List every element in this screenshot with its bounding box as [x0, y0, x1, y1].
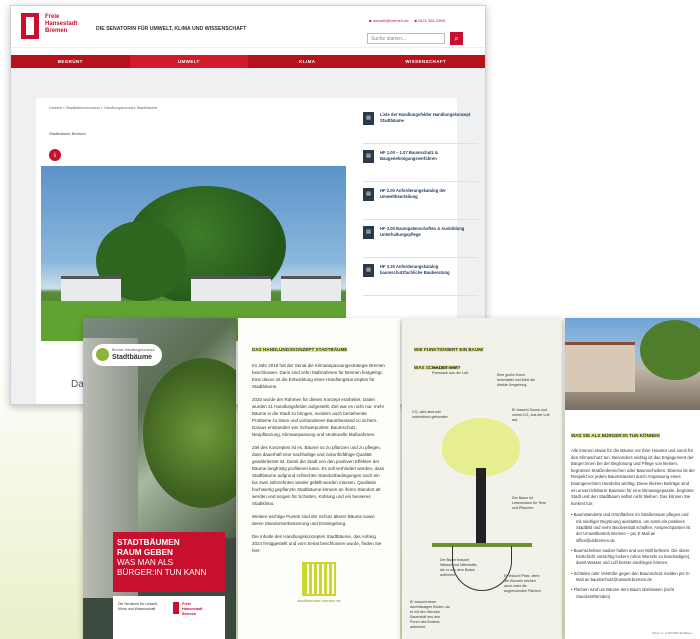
pdf-icon[interactable]: ⤓ — [49, 149, 61, 161]
heading-line: WIE FUNKTIONIERT EIN BAUM/ — [414, 347, 484, 352]
phone-link[interactable]: 0421 361-2555 — [415, 18, 445, 23]
paragraph: Im Jahr 2019 hat der Senat die Klimaanpa… — [252, 363, 385, 389]
section-heading: WAS SIE ALS BÜRGER:IN TUN KÖNNEN — [571, 433, 660, 438]
document-icon: ▤ — [363, 226, 374, 239]
footer-brand: Freie Hansestadt Bremen — [182, 602, 202, 617]
nav-item-umwelt[interactable]: UMWELT — [129, 55, 248, 68]
logo-name: Stadtbäume — [112, 354, 153, 361]
nav-item-wissenschaft[interactable]: WISSENSCHAFT — [367, 55, 486, 68]
website-url[interactable]: stadtbaeume.bremen.de — [252, 598, 386, 603]
document-title: HF 1.00 – 1.07 Baumschutz & Baugenehmigu… — [380, 150, 438, 161]
paragraph: Die Inhalte des Handlungskonzeptes Stadt… — [252, 534, 382, 553]
site-tagline: DIE SENATORIN FÜR UMWELT, KLIMA UND WISS… — [96, 26, 247, 32]
document-icon: ▤ — [363, 188, 374, 201]
cover-title-line: RAUM GEBEN — [117, 548, 173, 557]
document-link[interactable]: ▤ Liste der Handlungsfelder Handlungskon… — [363, 106, 478, 144]
diagram-label: Das Laub filtert Feinstaub aus der Luft. — [432, 366, 469, 375]
cover-subtitle-line: BÜRGER:IN TUN KANN — [117, 568, 207, 577]
contact-links: umwelt@bremen.de 0421 361-2555 — [369, 18, 445, 23]
brochure-back-panel: WAS SIE ALS BÜRGER:IN TUN KÖNNEN Alle kö… — [565, 318, 700, 639]
document-link[interactable]: ▤ HF 3.30 Anforderungskatalog baumschutz… — [363, 258, 478, 296]
document-title: HF 3.30 Anforderungskatalog baumschutzfa… — [380, 264, 450, 275]
document-title: HF 3.00 Baumpatenschaften & Ausbildung U… — [380, 226, 465, 237]
nav-item-klima[interactable]: KLIMA — [248, 55, 367, 68]
brand-name: Freie Hansestadt Bremen — [45, 14, 77, 35]
cover-title-line: STADTBÄUMEN — [117, 538, 180, 547]
cover-footer: Die Senatorin für Umwelt, Klima und Wiss… — [113, 596, 225, 639]
paragraph: Ziel des Konzeptes ist es, Bäume so zu p… — [252, 445, 385, 506]
street-tree — [640, 320, 700, 380]
diagram-label: Er braucht Sonne und nimmt CO₂ aus der L… — [512, 408, 550, 422]
diagram-label: CO₂ wird aberund unterirdisch gebunden. — [412, 410, 449, 419]
diagram-label: Er braucht Platz, denn die Wurzeln reich… — [504, 574, 542, 593]
tree-photo — [41, 166, 346, 341]
search-icon[interactable]: ⌕ — [450, 32, 463, 45]
email-link[interactable]: umwelt@bremen.de — [369, 18, 409, 23]
section-heading: DAS HANDLUNGSKONZEPT STADTBÄUME — [252, 347, 348, 352]
brochure-diagram-panel: WIE FUNKTIONIERT EIN BAUM/ WAS SCHADET I… — [402, 318, 562, 639]
diagram-label: Der Baum ist Lebensraum für Tiere und Pf… — [512, 496, 547, 510]
document-link[interactable]: ▤ HF 1.00 – 1.07 Baumschutz & Baugenehmi… — [363, 144, 478, 182]
stadtbaeume-logo: Bremer Handlungskonzept Stadtbäume — [92, 344, 162, 366]
brand-line-2: Hansestadt — [45, 21, 78, 27]
cover-title-box: STADTBÄUMEN RAUM GEBEN WAS MAN ALS BÜRGE… — [113, 532, 225, 592]
list-item: Baumstandorte und Grünflächen im Straßen… — [571, 512, 695, 543]
brochure-cover: Bremer Handlungskonzept Stadtbäume STADT… — [83, 318, 236, 639]
logo-subtitle: Bremer Handlungskonzept — [112, 348, 155, 352]
bremen-logo — [173, 602, 179, 614]
paragraph: 2020 wurde der Rahmen für dieses Konzept… — [252, 397, 385, 437]
brand-line-3: Bremen — [45, 28, 68, 34]
site-header: Freie Hansestadt Bremen DIE SENATORIN FÜ… — [11, 6, 485, 48]
document-link[interactable]: ▤ HF 3.00 Baumpatenschaften & Ausbildung… — [363, 220, 478, 258]
street-house — [565, 342, 635, 392]
search-input[interactable]: Suche starten... — [367, 33, 445, 44]
list-item: Flächen rund um Bäume dem Baum überlasse… — [571, 587, 695, 600]
senate-label: Die Senatorin für Umwelt, Klima und Wiss… — [118, 602, 158, 611]
diagram-label: Eine große Krone beschattet und kühlt di… — [497, 373, 535, 387]
document-link[interactable]: ▤ HF 2.00 Anforderungskatalog der Umwelt… — [363, 182, 478, 220]
qr-code[interactable] — [302, 562, 336, 596]
document-icon: ▤ — [363, 264, 374, 277]
bremen-logo[interactable] — [21, 13, 39, 39]
nav-item-begruent[interactable]: BEGRÜNT — [11, 55, 130, 68]
document-icon: ▤ — [363, 112, 374, 125]
breadcrumb[interactable]: Umwelt > Stadtbäumekonzept > Handlungsko… — [49, 106, 157, 110]
diagram-label: Er braucht einen durchlässigen Boden, da… — [410, 600, 450, 629]
paragraph: Weitere wichtige Punkte sind der Schutz … — [252, 514, 375, 526]
section-label: Stadtbäume Bremen — [49, 131, 86, 136]
document-title: HF 2.00 Anforderungskatalog der Umweltbe… — [380, 188, 446, 199]
tree-logo-icon — [96, 348, 109, 361]
cover-subtitle-line: WAS MAN ALS — [117, 558, 174, 567]
footer-brand-line: Bremen — [182, 612, 197, 616]
diagram-label: Der Baum braucht Wasser und Nährstoffe, … — [440, 558, 478, 577]
document-list: ▤ Liste der Handlungsfelder Handlungskon… — [363, 106, 478, 296]
back-body: WAS SIE ALS BÜRGER:IN TUN KÖNNEN Alle kö… — [571, 424, 695, 604]
brand-line-1: Freie — [45, 14, 60, 20]
list-item: Schäden oder Verstöße gegen den Baumschu… — [571, 571, 695, 584]
street-photo — [565, 318, 700, 410]
brochure-text-panel: DAS HANDLUNGSKONZEPT STADTBÄUME Im Jahr … — [238, 318, 400, 639]
paragraph: Alle können etwas für die Bäume vor ihre… — [571, 448, 695, 506]
tree-trunk — [476, 468, 486, 543]
document-title: Liste der Handlungsfelder Handlungskonze… — [380, 112, 471, 123]
list-item: Baumscheiben sauber halten und von Müll … — [571, 548, 695, 567]
main-nav: BEGRÜNT UMWELT KLIMA WISSENSCHAFT — [11, 55, 485, 68]
photo-credit: Fotos: U. & WNLBR Stadtbau... — [651, 631, 694, 635]
document-icon: ▤ — [363, 150, 374, 163]
action-list: Baumstandorte und Grünflächen im Straßen… — [571, 512, 695, 600]
